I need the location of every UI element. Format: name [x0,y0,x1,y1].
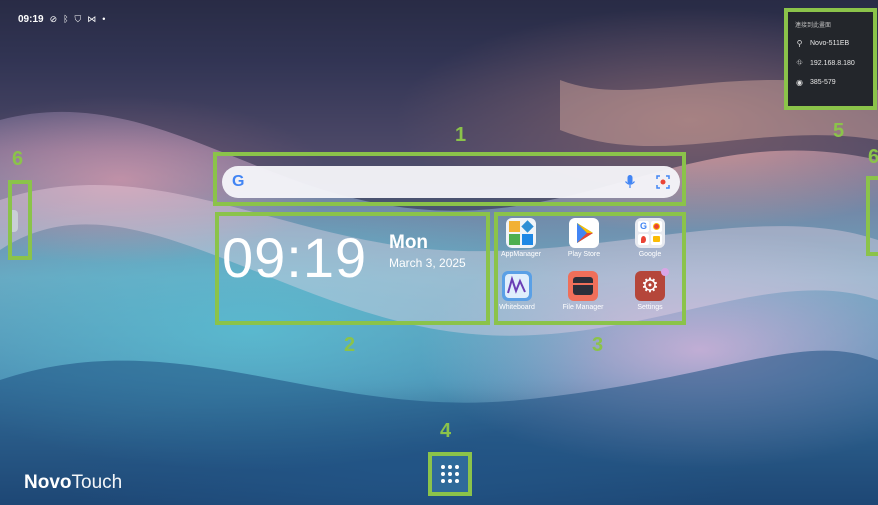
annotation-label-5: 5 [833,120,845,142]
search-input[interactable] [252,169,624,195]
lens-icon[interactable] [656,175,670,189]
google-logo-icon[interactable]: G [232,173,244,191]
cast-icon: ⋈ [87,13,97,24]
app-label: Settings [637,304,663,311]
play-store-icon [569,218,599,248]
app-appmanager[interactable]: AppManager [490,218,552,258]
app-label: AppManager [500,251,542,258]
annotation-box-6-right[interactable] [866,176,878,256]
annotation-box-5 [784,8,877,110]
annotation-box-6-left [8,180,32,260]
dot-icon: • [102,14,106,24]
annotation-label-2: 2 [344,334,356,356]
search-bar[interactable]: G [222,166,680,198]
app-google[interactable]: G Google [619,218,681,258]
status-bar: 09:19 ⊘ ᛒ ⛉ ⋈ • [18,12,105,26]
status-time: 09:19 [18,13,44,25]
annotation-label-6-left: 6 [12,148,24,170]
clock-day: Mon [389,232,429,253]
app-file-manager[interactable]: File Manager [552,271,614,311]
app-label: File Manager [562,304,604,311]
bluetooth-icon: ᛒ [63,14,69,24]
notification-dot [661,268,669,276]
apps-grid-icon [441,465,459,483]
check-circle-icon: ⊘ [49,13,58,24]
settings-icon: ⚙ [635,271,665,301]
app-settings[interactable]: ⚙ Settings [619,268,681,311]
clock-time: 09:19 [222,226,368,289]
app-manager-icon [506,218,536,248]
annotation-label-6-right: 6 [868,146,878,168]
shield-icon: ⛉ [74,13,82,24]
app-drawer-button[interactable] [428,452,472,496]
app-play-store[interactable]: Play Store [553,218,615,258]
novotouch-logo: NovoTouch [24,472,123,493]
annotation-label-4: 4 [440,420,452,442]
app-label: Whiteboard [499,304,535,311]
clock-date: March 3, 2025 [389,256,466,270]
app-label: Google [638,251,662,258]
annotation-label-1: 1 [455,124,467,146]
app-label: Play Store [567,251,601,258]
annotation-label-3: 3 [592,334,604,356]
file-manager-icon [568,271,598,301]
google-folder-icon: G [635,218,665,248]
app-whiteboard[interactable]: Whiteboard [486,271,548,311]
whiteboard-icon [502,271,532,301]
microphone-icon[interactable] [624,175,636,189]
